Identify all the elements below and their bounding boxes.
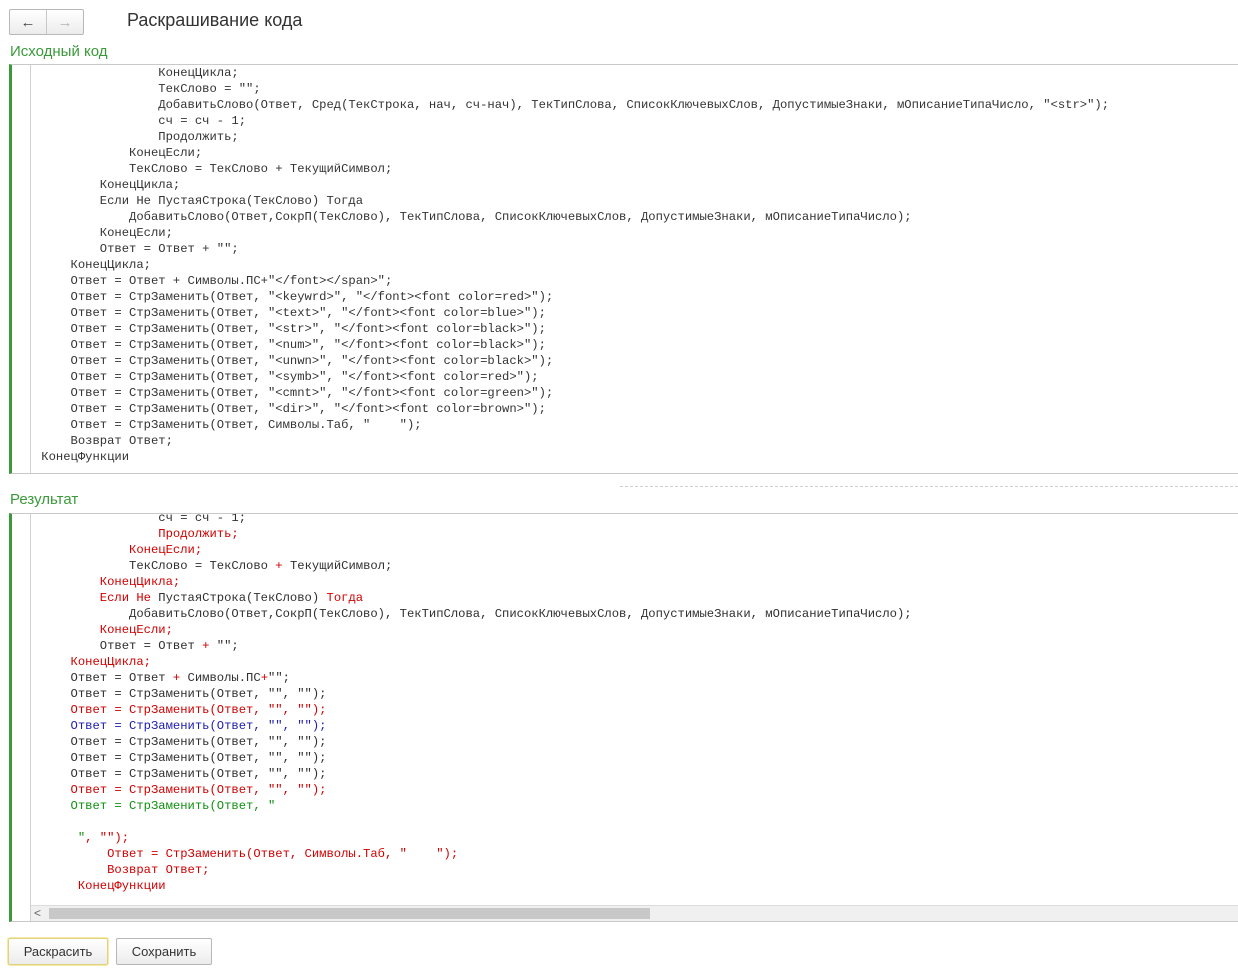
code-token: ПустаяСтрока(ТекСлово) — [158, 591, 327, 605]
source-code-line: Ответ = СтрЗаменить(Ответ, "<text>", "</… — [12, 306, 546, 320]
result-code-line: Ответ = Ответ + Символы.ПС+""; — [12, 670, 1238, 686]
source-code-line: Ответ = Ответ + ""; — [12, 242, 239, 256]
code-token: сч = сч - 1; — [12, 513, 247, 525]
code-token: Ответ = Ответ — [12, 639, 203, 653]
code-token: Продолжить; — [12, 527, 239, 541]
code-token: Ответ = СтрЗаменить(Ответ, Символы.Таб, … — [12, 847, 459, 861]
source-code-line: Ответ = СтрЗаменить(Ответ, "<num>", "</f… — [12, 338, 546, 352]
source-code-editor[interactable]: КонецЦикла; ТекСлово = ""; ДобавитьСлово… — [9, 64, 1238, 474]
scroll-left-icon[interactable]: < — [34, 906, 41, 921]
source-code-line: Ответ = СтрЗаменить(Ответ, "<keywrd>", "… — [12, 290, 554, 304]
source-code-line: Ответ = СтрЗаменить(Ответ, "<str>", "</f… — [12, 322, 546, 336]
colorize-button[interactable]: Раскрасить — [8, 938, 108, 965]
code-token: Ответ = СтрЗаменить(Ответ, "", ""); — [12, 767, 327, 781]
code-token: + — [260, 671, 269, 685]
source-code-line: Ответ = Ответ + Символы.ПС+"</font></spa… — [12, 274, 393, 288]
result-code-line: ", ""); — [12, 830, 1238, 846]
source-code-label: Исходный код — [10, 43, 108, 60]
source-code-line: КонецЦикла; — [12, 258, 151, 272]
source-code-line: Ответ = СтрЗаменить(Ответ, "<cmnt>", "</… — [12, 386, 554, 400]
code-token: , ""); — [85, 831, 130, 845]
code-token: Ответ = СтрЗаменить(Ответ, "", ""); — [12, 783, 327, 797]
result-code-line: Ответ = СтрЗаменить(Ответ, "", ""); — [12, 766, 1238, 782]
code-token: Ответ = СтрЗаменить(Ответ, " — [12, 799, 276, 813]
code-token: Возврат Ответ; — [12, 863, 210, 877]
code-token: Ответ = Ответ — [12, 671, 173, 685]
result-code-line — [12, 814, 1238, 830]
source-code-line: КонецФункции — [12, 450, 130, 464]
code-token: ТекСлово = ТекСлово — [12, 559, 276, 573]
code-token: Если Не — [12, 591, 159, 605]
code-token: + — [275, 559, 283, 573]
source-code-line: КонецЕсли; — [12, 226, 173, 240]
horizontal-scrollbar[interactable]: < — [31, 905, 1238, 921]
source-code-line: Продолжить; — [12, 130, 239, 144]
source-code-line: сч = сч - 1; — [12, 114, 247, 128]
result-code-line: КонецЦикла; — [12, 574, 1238, 590]
result-code-line: Если Не ПустаяСтрока(ТекСлово) Тогда — [12, 590, 1238, 606]
source-code-line: КонецЦикла; — [12, 66, 239, 80]
source-code-line: Ответ = СтрЗаменить(Ответ, Символы.Таб, … — [12, 418, 422, 432]
source-code-line: ТекСлово = ""; — [12, 82, 261, 96]
code-token: КонецЕсли; — [12, 543, 203, 557]
result-code-line: КонецЕсли; — [12, 542, 1238, 558]
forward-arrow-icon[interactable]: → — [47, 10, 83, 34]
code-token: Тогда — [326, 591, 364, 605]
code-token: Ответ = СтрЗаменить(Ответ, "", ""); — [12, 719, 327, 733]
result-code-text[interactable]: сч = сч - 1; Продолжить; КонецЕсли; ТекС… — [12, 513, 1238, 894]
result-code-line: Ответ = СтрЗаменить(Ответ, "", ""); — [12, 686, 1238, 702]
result-code-line: ДобавитьСлово(Ответ,СокрП(ТекСлово), Тек… — [12, 606, 1238, 622]
code-token: ДобавитьСлово(Ответ,СокрП(ТекСлово), Тек… — [12, 607, 912, 621]
result-code-line: Ответ = СтрЗаменить(Ответ, " — [12, 798, 1238, 814]
result-code-line: Ответ = СтрЗаменить(Ответ, Символы.Таб, … — [12, 846, 1238, 862]
source-code-line: Возврат Ответ; — [12, 434, 173, 448]
result-code-line: КонецФункции — [12, 878, 1238, 894]
source-code-line: КонецЕсли; — [12, 146, 203, 160]
source-code-line: КонецЦикла; — [12, 178, 181, 192]
result-code-line: сч = сч - 1; — [12, 513, 1238, 526]
source-code-line: Если Не ПустаяСтрока(ТекСлово) Тогда — [12, 194, 364, 208]
result-code-line: КонецЕсли; — [12, 622, 1238, 638]
source-code-line: Ответ = СтрЗаменить(Ответ, "<symb>", "</… — [12, 370, 539, 384]
code-token: КонецЦикла; — [12, 575, 181, 589]
source-code-line: Ответ = СтрЗаменить(Ответ, "<dir>", "</f… — [12, 402, 546, 416]
source-code-text[interactable]: КонецЦикла; ТекСлово = ""; ДобавитьСлово… — [12, 65, 1238, 465]
code-token: ТекущийСимвол; — [282, 559, 393, 573]
source-code-line: ДобавитьСлово(Ответ,СокрП(ТекСлово), Тек… — [12, 210, 912, 224]
source-code-line: Ответ = СтрЗаменить(Ответ, "<unwn>", "</… — [12, 354, 554, 368]
result-code-line: ТекСлово = ТекСлово + ТекущийСимвол; — [12, 558, 1238, 574]
back-arrow-icon[interactable]: ← — [10, 10, 47, 34]
code-token: Ответ = СтрЗаменить(Ответ, "", ""); — [12, 751, 327, 765]
result-code-line: Ответ = СтрЗаменить(Ответ, "", ""); — [12, 702, 1238, 718]
result-code-line: Ответ = Ответ + ""; — [12, 638, 1238, 654]
result-code-line: КонецЦикла; — [12, 654, 1238, 670]
result-code-line: Ответ = СтрЗаменить(Ответ, "", ""); — [12, 718, 1238, 734]
result-code-line: Продолжить; — [12, 526, 1238, 542]
result-code-line: Ответ = СтрЗаменить(Ответ, "", ""); — [12, 734, 1238, 750]
code-token: " — [12, 831, 86, 845]
result-label: Результат — [10, 491, 79, 508]
code-token: КонецФункции — [12, 879, 166, 893]
source-code-line: ДобавитьСлово(Ответ, Сред(ТекСтрока, нач… — [12, 98, 1110, 112]
result-code-line: Возврат Ответ; — [12, 862, 1238, 878]
code-token: ""; — [209, 639, 239, 653]
source-code-line: ТекСлово = ТекСлово + ТекущийСимвол; — [12, 162, 393, 176]
save-button[interactable]: Сохранить — [116, 938, 212, 965]
navigation-buttons: ← → — [9, 9, 84, 35]
window-title: Раскрашивание кода — [127, 10, 303, 30]
code-token: Ответ = СтрЗаменить(Ответ, "", ""); — [12, 735, 327, 749]
code-token: КонецЕсли; — [12, 623, 173, 637]
code-token: ""; — [268, 671, 290, 685]
code-token: Ответ = СтрЗаменить(Ответ, "", ""); — [12, 687, 327, 701]
result-viewer[interactable]: сч = сч - 1; Продолжить; КонецЕсли; ТекС… — [9, 513, 1238, 922]
result-code-line: Ответ = СтрЗаменить(Ответ, "", ""); — [12, 782, 1238, 798]
code-token: Ответ = СтрЗаменить(Ответ, "", ""); — [12, 703, 327, 717]
scrollbar-thumb[interactable] — [49, 908, 650, 919]
code-token: КонецЦикла; — [12, 655, 151, 669]
section-divider — [620, 486, 1238, 487]
result-code-line: Ответ = СтрЗаменить(Ответ, "", ""); — [12, 750, 1238, 766]
code-token: Символы.ПС — [180, 671, 261, 685]
